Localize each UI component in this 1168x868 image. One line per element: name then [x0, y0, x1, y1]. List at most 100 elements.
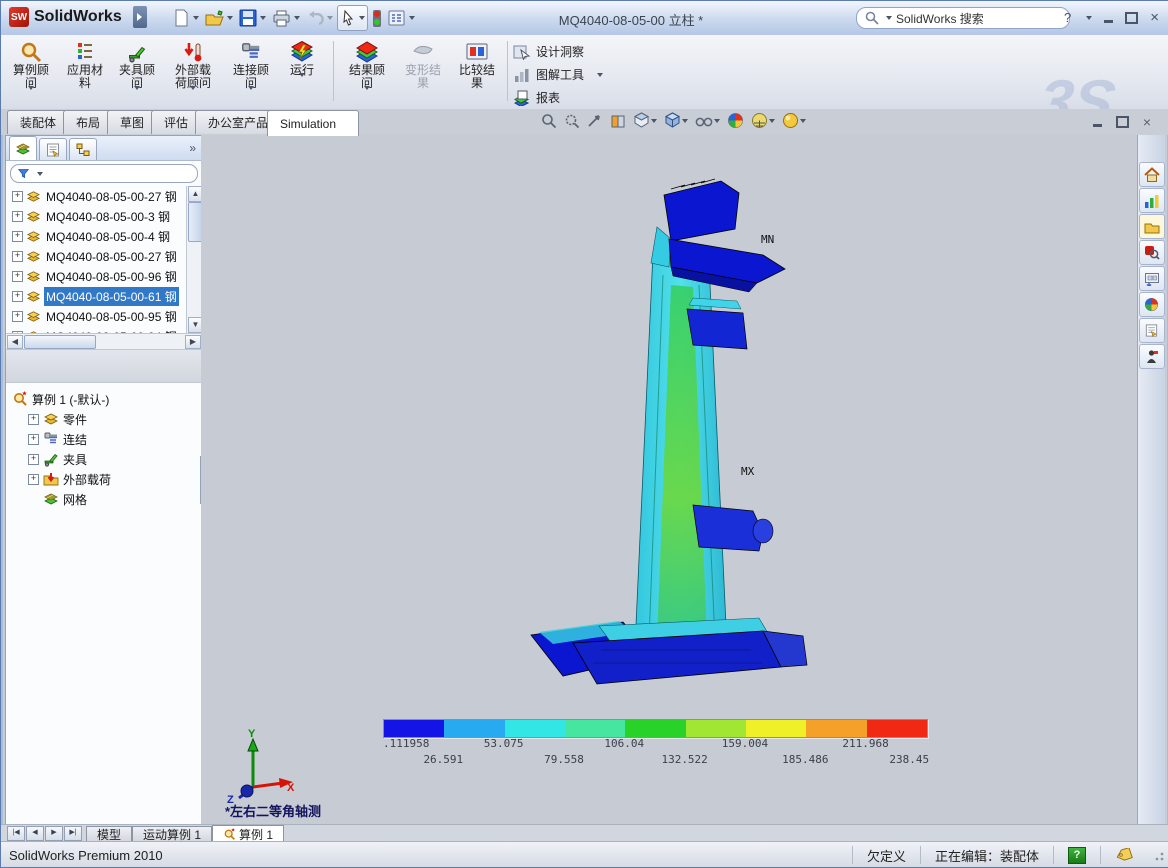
scroll-left-icon[interactable]: ◀ [7, 335, 23, 349]
expand-icon[interactable] [12, 271, 23, 282]
scroll-thumb[interactable] [188, 202, 202, 242]
tree-row[interactable]: MQ4040-08-05-00-94 钢 [8, 326, 202, 333]
search-box[interactable]: SolidWorks 搜索 [856, 7, 1070, 29]
solidworks-resources-button[interactable] [1139, 162, 1165, 187]
save-button[interactable] [237, 6, 268, 30]
view-palette-button[interactable] [1139, 266, 1165, 291]
zoom-fit-icon[interactable] [541, 113, 557, 129]
last-tab-icon[interactable]: ▶| [64, 826, 82, 841]
edit-appearance-icon[interactable] [727, 112, 744, 129]
section-view-icon[interactable] [610, 113, 626, 129]
study-item-mesh[interactable]: 网格 [12, 489, 202, 509]
tab-simulation[interactable]: Simulation [267, 110, 359, 136]
solidworks-search-button[interactable] [1139, 240, 1165, 265]
tree-row[interactable]: MQ4040-08-05-00-27 钢 [8, 246, 202, 266]
fea-model[interactable]: MN MX [201, 135, 1137, 695]
double-chevron-icon[interactable]: » [189, 141, 196, 155]
study-item-fixtures[interactable]: 夹具 [12, 449, 202, 469]
external-loads-advisor-button[interactable]: 外部载荷顾问 [165, 37, 221, 105]
tab-motion-study[interactable]: 运动算例 1 [132, 826, 212, 842]
file-explorer-button[interactable] [1139, 214, 1165, 239]
help-caret-icon[interactable] [1086, 16, 1092, 20]
expand-icon[interactable] [28, 454, 39, 465]
quick-tips-cell[interactable]: ? [1053, 846, 1100, 864]
study-item-parts[interactable]: 零件 [12, 409, 202, 429]
close-button[interactable]: × [1150, 9, 1159, 26]
tree-row-selected[interactable]: MQ4040-08-05-00-61 钢 [8, 286, 202, 306]
new-document-button[interactable] [171, 6, 201, 30]
expand-icon[interactable] [12, 311, 23, 322]
view-settings-icon[interactable] [782, 112, 799, 129]
undo-button[interactable] [304, 6, 335, 30]
study-item-external-loads[interactable]: 外部载荷 [12, 469, 202, 489]
hide-show-items-icon[interactable] [695, 114, 713, 128]
help-button[interactable]: ? [1064, 10, 1071, 25]
tab-feature-manager[interactable] [9, 136, 37, 160]
doc-close-button[interactable]: × [1143, 114, 1151, 130]
results-advisor-button[interactable]: 结果顾问 [341, 37, 393, 105]
tree-vertical-scrollbar[interactable]: ▲ ▼ [186, 186, 202, 333]
apply-scene-icon[interactable] [751, 112, 768, 129]
doc-restore-button[interactable] [1116, 116, 1129, 128]
tree-horizontal-scrollbar[interactable]: ◀ ▶ [6, 333, 202, 350]
display-style-icon[interactable] [664, 112, 681, 129]
scroll-up-icon[interactable]: ▲ [188, 186, 202, 202]
first-tab-icon[interactable]: |◀ [7, 826, 25, 841]
prev-tab-icon[interactable]: ◀ [26, 826, 44, 841]
zoom-area-icon[interactable] [564, 113, 580, 129]
tab-property-manager[interactable] [39, 138, 67, 160]
maximize-button[interactable] [1125, 12, 1138, 24]
expand-icon[interactable] [12, 211, 23, 222]
tree-row[interactable]: MQ4040-08-05-00-95 钢 [8, 306, 202, 326]
connections-advisor-button[interactable]: 连接顾问 [225, 37, 277, 105]
compare-results-button[interactable]: 比较结果 [451, 37, 503, 105]
expand-icon[interactable] [12, 251, 23, 262]
menu-flyout-button[interactable] [133, 6, 147, 28]
document-recovery-button[interactable] [1139, 344, 1165, 369]
tab-configuration-manager[interactable] [69, 138, 97, 160]
tree-row[interactable]: MQ4040-08-05-00-96 钢 [8, 266, 202, 286]
select-button[interactable] [337, 5, 368, 31]
appearances-scenes-button[interactable] [1139, 292, 1165, 317]
doc-minimize-button[interactable] [1093, 124, 1102, 127]
tab-study-1[interactable]: 算例 1 [212, 825, 284, 842]
view-orientation-icon[interactable] [633, 112, 650, 129]
report-button[interactable]: 报表 [513, 89, 560, 106]
search-input[interactable]: SolidWorks 搜索 [896, 10, 984, 27]
run-button[interactable]: 运行 [279, 37, 325, 105]
scroll-right-icon[interactable]: ▶ [185, 335, 201, 349]
previous-view-icon[interactable] [587, 113, 603, 129]
tree-row[interactable]: MQ4040-08-05-00-4 钢 [8, 226, 202, 246]
apply-material-button[interactable]: 应用材料 [59, 37, 111, 105]
graphics-viewport[interactable]: MN MX .111958 26.591 53.075 79.558 106.0… [201, 135, 1137, 824]
tree-row[interactable]: MQ4040-08-05-00-3 钢 [8, 206, 202, 226]
study-item-connections[interactable]: 连结 [12, 429, 202, 449]
tab-model[interactable]: 模型 [86, 826, 132, 842]
expand-icon[interactable] [28, 434, 39, 445]
resize-grip[interactable] [1151, 848, 1165, 862]
fixtures-advisor-button[interactable]: 夹具顾问 [111, 37, 163, 105]
hscroll-thumb[interactable] [24, 335, 96, 349]
study-advisor-button[interactable]: 算例顾问 [5, 37, 57, 105]
next-tab-icon[interactable]: ▶ [45, 826, 63, 841]
options-button[interactable] [386, 6, 417, 30]
quick-tips-icon[interactable]: ? [1068, 847, 1086, 864]
design-library-button[interactable] [1139, 188, 1165, 213]
expand-icon[interactable] [28, 414, 39, 425]
tags-cell[interactable] [1100, 846, 1147, 864]
tree-row[interactable]: MQ4040-08-05-00-27 钢 [8, 186, 202, 206]
study-root[interactable]: 算例 1 (-默认-) [12, 389, 202, 409]
expand-icon[interactable] [12, 231, 23, 242]
print-button[interactable] [270, 6, 302, 30]
rebuild-button[interactable] [370, 6, 384, 30]
search-scope-caret-icon[interactable] [886, 16, 892, 20]
plot-tools-button[interactable]: 图解工具 [513, 66, 603, 83]
scroll-down-icon[interactable]: ▼ [188, 317, 202, 333]
design-insight-button[interactable]: 设计洞察 [513, 43, 584, 60]
expand-icon[interactable] [12, 191, 23, 202]
expand-icon[interactable] [12, 291, 23, 302]
custom-properties-button[interactable] [1139, 318, 1165, 343]
minimize-button[interactable] [1104, 20, 1113, 23]
tree-filter-box[interactable] [10, 164, 198, 183]
expand-icon[interactable] [28, 474, 39, 485]
